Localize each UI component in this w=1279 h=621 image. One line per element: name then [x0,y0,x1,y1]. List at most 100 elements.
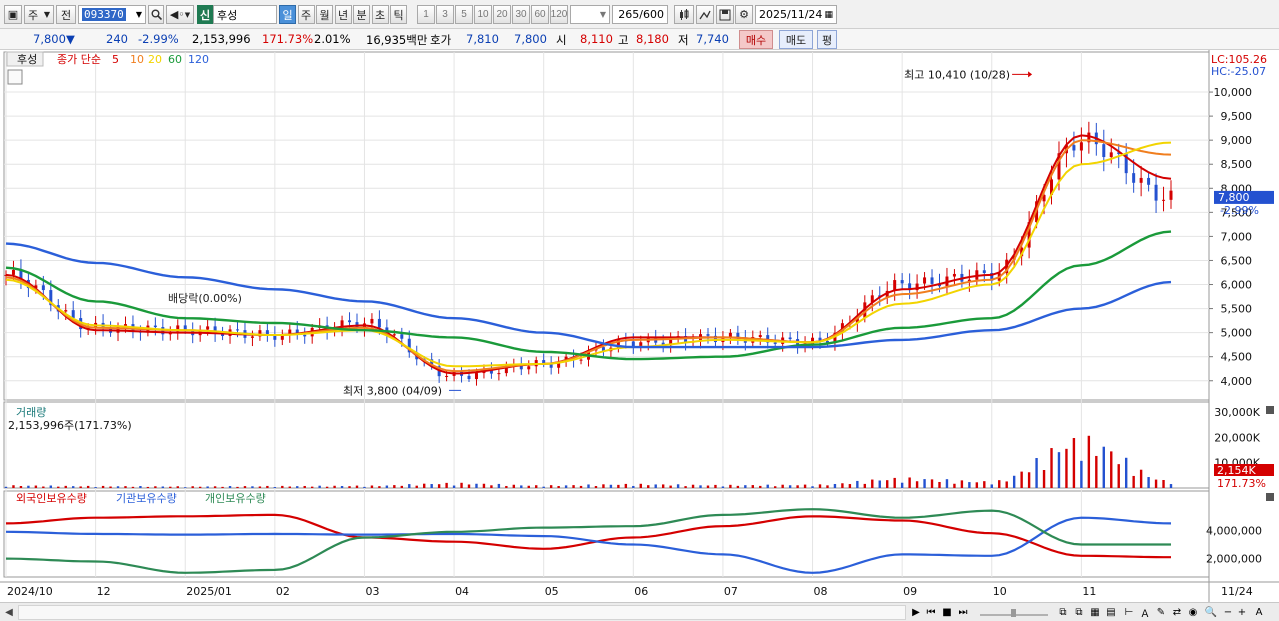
volume-bar [998,480,1001,488]
legend-ma-60: 60 [168,53,182,66]
zoom-out-icon[interactable]: − [1222,605,1234,620]
volume-bar [1102,446,1105,488]
period-button-3[interactable]: 년 [334,5,352,24]
search-icon[interactable] [148,5,164,24]
compare-icon[interactable]: ⇄ [1170,605,1184,620]
date-input[interactable]: 2025/11/24 ▦ [755,5,837,24]
buy-button[interactable]: 매수 [739,30,773,49]
volume-bar [1005,481,1008,488]
layout-icon[interactable]: ⧉ [1056,605,1070,620]
font-size-icon[interactable]: A [1252,605,1266,620]
period-button-6[interactable]: 틱 [390,5,407,24]
volume-bar [863,483,867,488]
tile-icon[interactable]: ▤ [1104,605,1118,620]
stock-name-field[interactable]: 후성 [213,5,277,24]
volume-bar [12,485,15,488]
market-type-value: 주 [28,8,39,22]
window-menu-icon[interactable]: ▣ [4,5,22,24]
stop-icon[interactable]: ■ [940,605,954,620]
time-axis-label: 2024/10 [7,585,53,598]
volume-bar [773,486,777,488]
chevron-down-icon[interactable]: ▼ [136,10,142,19]
candle-type-icon[interactable] [674,5,694,24]
last-page-icon[interactable]: ⏭ [956,605,970,620]
volume-bar [1087,435,1091,488]
scrollbar-track[interactable] [18,605,906,620]
sell-button[interactable]: 매도 [779,30,813,49]
zoom-in-icon[interactable]: + [1236,605,1248,620]
data-count-field[interactable]: 265/600 [612,5,668,24]
gear-icon[interactable]: ⚙ [735,5,753,24]
scroll-left-icon[interactable]: ◀ [2,605,16,620]
volume-bar [101,485,105,488]
candle-body [1162,199,1166,201]
save-icon[interactable] [716,5,734,24]
candle-body [11,269,15,275]
evaluate-button[interactable]: 평 [817,30,837,49]
volume-bar [288,486,291,488]
text-tool-icon[interactable]: Ａ [1138,605,1152,620]
prev-button[interactable]: 전 [56,5,76,24]
interval-button-7[interactable]: 120 [550,5,568,24]
volume-bar [908,477,911,488]
scroll-right-icon[interactable]: ▶ [910,605,922,620]
time-axis-label: 09 [903,585,917,598]
calendar-icon[interactable]: ▦ [824,10,833,20]
chart-canvas[interactable]: 10,0009,5009,0008,5008,0007,5007,0006,50… [0,50,1279,602]
period-button-0[interactable]: 일 [279,5,296,24]
volume-bar [139,486,142,488]
stock-code-input[interactable]: 093370 ▼ [78,5,146,24]
speaker-icon[interactable]: ◀◦ ▼ [166,5,194,24]
turnover-pct: 2.01% [314,32,351,46]
candle-body [1132,173,1136,183]
time-axis-label: 08 [814,585,828,598]
volume-bar [505,485,508,488]
volume-bar [363,486,366,488]
volume-title: 거래량 [16,406,46,419]
period-button-1[interactable]: 주 [297,5,315,24]
interval-button-0[interactable]: 1 [417,5,435,24]
line-tool-icon[interactable] [696,5,714,24]
price-tick-label: 6,000 [1221,279,1253,292]
volume-bar [169,486,172,488]
zoom-slider[interactable] [976,605,1052,620]
period-button-4[interactable]: 분 [353,5,370,24]
period-button-5[interactable]: 초 [371,5,389,24]
grid-icon[interactable]: ▦ [1088,605,1102,620]
dividend-annotation: 배당락(0.00%) [168,292,242,305]
volume-bar [729,484,732,488]
camera-icon[interactable]: ◉ [1186,605,1200,620]
volume-bar [1057,452,1061,488]
first-page-icon[interactable]: ⏮ [924,605,938,620]
interval-button-4[interactable]: 20 [493,5,511,24]
interval-button-5[interactable]: 30 [512,5,530,24]
volume-bar [871,479,874,488]
price-tick-label: 5,000 [1221,327,1253,340]
period-button-2[interactable]: 월 [316,5,333,24]
layout-split-icon[interactable]: ⧉ [1072,605,1086,620]
stock-chart[interactable]: 10,000 9,500 9,000 8,500 8,000 7,500 7,000 6,50… [0,50,1279,602]
measure-icon[interactable]: ⊢ [1122,605,1136,620]
interval-button-1[interactable]: 3 [436,5,454,24]
volume-bar [415,485,418,488]
volume-bar [1169,484,1173,488]
date-value: 2025/11/24 [759,8,823,21]
volume-bar [669,485,672,488]
interval-custom-select[interactable]: ▼ [570,5,610,24]
draw-tool-icon[interactable]: ✎ [1154,605,1168,620]
market-type-select[interactable]: 주 ▼ [24,5,54,24]
time-axis-label: 03 [365,585,379,598]
volume-bar [945,479,949,488]
volume-bar [423,483,426,488]
interval-button-6[interactable]: 60 [531,5,549,24]
volume-tick-label: 20,000K [1214,431,1260,444]
interval-button-3[interactable]: 10 [474,5,492,24]
high-annotation: 최고 10,410 (10/28) [904,68,1010,81]
volume-bar [654,484,657,488]
zoom-icon[interactable]: 🔍 [1204,605,1218,620]
volume-bar [968,482,971,488]
volume-bar [602,484,605,488]
interval-button-2[interactable]: 5 [455,5,473,24]
candle-body [900,280,904,284]
volume-bar [273,487,277,488]
